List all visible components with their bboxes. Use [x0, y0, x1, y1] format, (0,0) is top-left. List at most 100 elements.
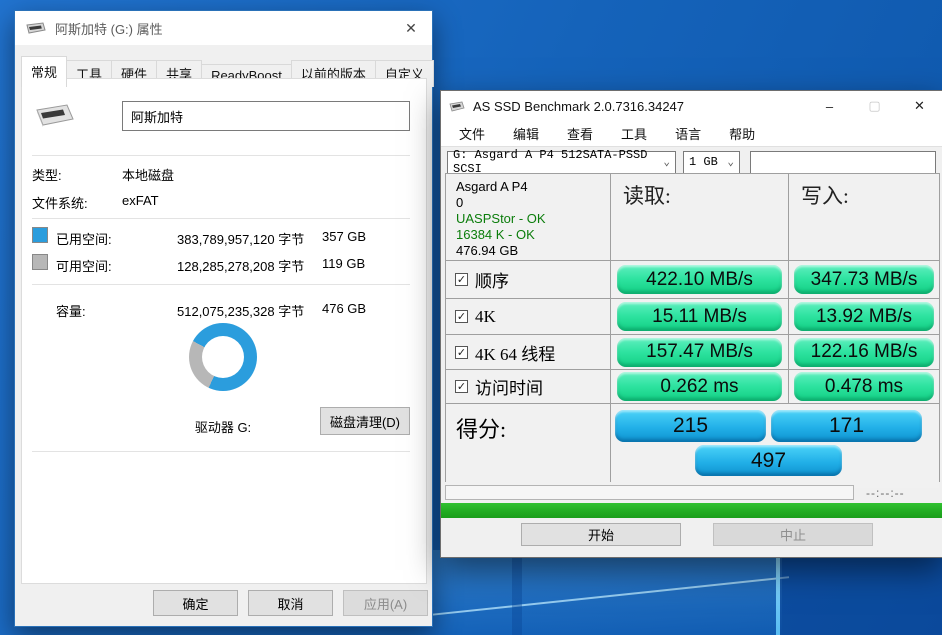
free-space-bytes: 128,285,278,208 字节 — [177, 256, 304, 275]
menu-tools[interactable]: 工具 — [607, 124, 661, 143]
menu-file[interactable]: 文件 — [445, 124, 499, 143]
capacity-bytes: 512,075,235,328 字节 — [177, 301, 304, 320]
used-space-legend-swatch — [32, 227, 48, 243]
drive-letter-label: 驱动器 G: — [162, 417, 284, 436]
eta-timer: --:--:-- — [866, 486, 905, 500]
seq-read-cell: 422.10 MB/s — [611, 261, 788, 298]
menu-bar: 文件 编辑 查看 工具 语言 帮助 — [441, 121, 942, 147]
divider — [32, 284, 410, 285]
dialog-title: 阿斯加特 (G:) 属性 — [55, 19, 163, 38]
free-space-size: 119 GB — [322, 256, 392, 271]
ok-button[interactable]: 确定 — [153, 590, 238, 616]
menu-language[interactable]: 语言 — [661, 124, 715, 143]
maximize-icon: ▢ — [852, 91, 897, 121]
write-column-header: 写入: — [789, 174, 939, 260]
progress-bar-track — [445, 485, 854, 500]
menu-edit[interactable]: 编辑 — [499, 124, 553, 143]
access-time-write-value: 0.478 ms — [794, 372, 934, 401]
properties-dialog: 阿斯加特 (G:) 属性 ✕ 常规 工具 硬件 共享 ReadyBoost 以前… — [14, 10, 433, 627]
app-icon — [449, 101, 466, 112]
filesystem-label: 文件系统: — [32, 193, 88, 212]
test-size-select[interactable]: 1 GB ⌄ — [683, 151, 740, 174]
volume-name-input[interactable] — [122, 101, 410, 131]
fourk64-write-value: 122.16 MB/s — [794, 338, 934, 367]
row-label-text: 4K — [475, 307, 496, 327]
minimize-icon[interactable]: – — [807, 91, 852, 121]
wallpaper-dark-panel — [780, 557, 942, 635]
cancel-button[interactable]: 取消 — [248, 590, 333, 616]
divider — [32, 218, 410, 219]
drive-capacity: 476.94 GB — [456, 243, 610, 259]
wallpaper-dark-stripe — [512, 555, 522, 635]
drive-select-value: G: Asgard A P4 512SATA-PSSD SCSI — [453, 148, 663, 176]
checkbox-checked-icon[interactable]: ✓ — [455, 310, 468, 323]
used-space-label: 已用空间: — [56, 229, 112, 248]
properties-titlebar[interactable]: 阿斯加特 (G:) 属性 — [15, 11, 432, 45]
fourk-row-label: ✓ 4K — [446, 299, 610, 334]
access-time-write-cell: 0.478 ms — [789, 370, 939, 403]
access-time-row-label: ✓ 访问时间 — [446, 370, 610, 403]
drive-icon — [25, 21, 47, 35]
abort-button: 中止 — [713, 523, 873, 546]
drive-select[interactable]: G: Asgard A P4 512SATA-PSSD SCSI ⌄ — [447, 151, 676, 174]
access-time-read-value: 0.262 ms — [617, 372, 783, 401]
start-button[interactable]: 开始 — [521, 523, 681, 546]
fourk64-read-value: 157.47 MB/s — [617, 338, 783, 367]
score-read-value: 215 — [615, 410, 766, 442]
free-space-label: 可用空间: — [56, 256, 112, 275]
free-space-legend-swatch — [32, 254, 48, 270]
type-value: 本地磁盘 — [122, 165, 174, 184]
score-panel: 215 171 497 — [611, 404, 939, 488]
desktop: { "icons": { "close": "✕", "minimize": "… — [0, 0, 942, 635]
fourk-write-cell: 13.92 MB/s — [789, 299, 939, 334]
drive-driver-status: UASPStor - OK — [456, 211, 610, 227]
row-label-text: 4K 64 线程 — [475, 340, 555, 365]
checkbox-checked-icon[interactable]: ✓ — [455, 380, 468, 393]
disk-cleanup-button[interactable]: 磁盘清理(D) — [320, 407, 410, 435]
tab-general[interactable]: 常规 — [21, 56, 67, 87]
score-write-value: 171 — [771, 410, 922, 442]
drive-icon — [34, 101, 76, 129]
row-label-text: 顺序 — [475, 267, 509, 292]
filesystem-value: exFAT — [122, 193, 159, 208]
menu-view[interactable]: 查看 — [553, 124, 607, 143]
fourk64-row-label: ✓ 4K 64 线程 — [446, 335, 610, 369]
checkbox-checked-icon[interactable]: ✓ — [455, 346, 468, 359]
fourk-write-value: 13.92 MB/s — [794, 302, 934, 331]
fourk64-read-cell: 157.47 MB/s — [611, 335, 788, 369]
chevron-down-icon: ⌄ — [663, 155, 675, 169]
used-space-bytes: 383,789,957,120 字节 — [177, 229, 304, 248]
results-grid: Asgard A P4 0 UASPStor - OK 16384 K - OK… — [445, 173, 940, 482]
disk-usage-donut-chart — [189, 323, 257, 391]
seq-write-cell: 347.73 MB/s — [789, 261, 939, 298]
score-total-value: 497 — [695, 445, 842, 476]
drive-model: Asgard A P4 — [456, 179, 610, 195]
close-icon[interactable]: ✕ — [390, 11, 432, 45]
window-controls: – ▢ ✕ — [807, 91, 942, 121]
checkbox-checked-icon[interactable]: ✓ — [455, 273, 468, 286]
used-space-size: 357 GB — [322, 229, 392, 244]
divider — [32, 451, 410, 452]
window-title: AS SSD Benchmark 2.0.7316.34247 — [473, 99, 684, 114]
drive-alignment-status: 16384 K - OK — [456, 227, 610, 243]
fourk-read-cell: 15.11 MB/s — [611, 299, 788, 334]
row-label-text: 访问时间 — [475, 374, 543, 399]
apply-button: 应用(A) — [343, 590, 428, 616]
benchmark-window: AS SSD Benchmark 2.0.7316.34247 – ▢ ✕ 文件… — [440, 90, 942, 558]
fourk64-write-cell: 122.16 MB/s — [789, 335, 939, 369]
close-icon[interactable]: ✕ — [897, 91, 942, 121]
drive-info-panel: Asgard A P4 0 UASPStor - OK 16384 K - OK… — [446, 174, 610, 260]
seq-read-value: 422.10 MB/s — [617, 265, 783, 294]
access-time-read-cell: 0.262 ms — [611, 370, 788, 403]
type-label: 类型: — [32, 165, 62, 184]
score-label: 得分: — [446, 404, 610, 488]
wallpaper-beam-line — [431, 576, 789, 616]
fourk-read-value: 15.11 MB/s — [617, 302, 783, 331]
menu-help[interactable]: 帮助 — [715, 124, 769, 143]
divider — [32, 155, 410, 156]
comment-input[interactable] — [750, 151, 936, 174]
general-tab-page: 类型: 本地磁盘 文件系统: exFAT 已用空间: 383,789,957,1… — [21, 78, 427, 584]
capacity-label: 容量: — [56, 301, 86, 320]
read-column-header: 读取: — [611, 174, 788, 260]
overall-progress-bar — [441, 503, 942, 518]
